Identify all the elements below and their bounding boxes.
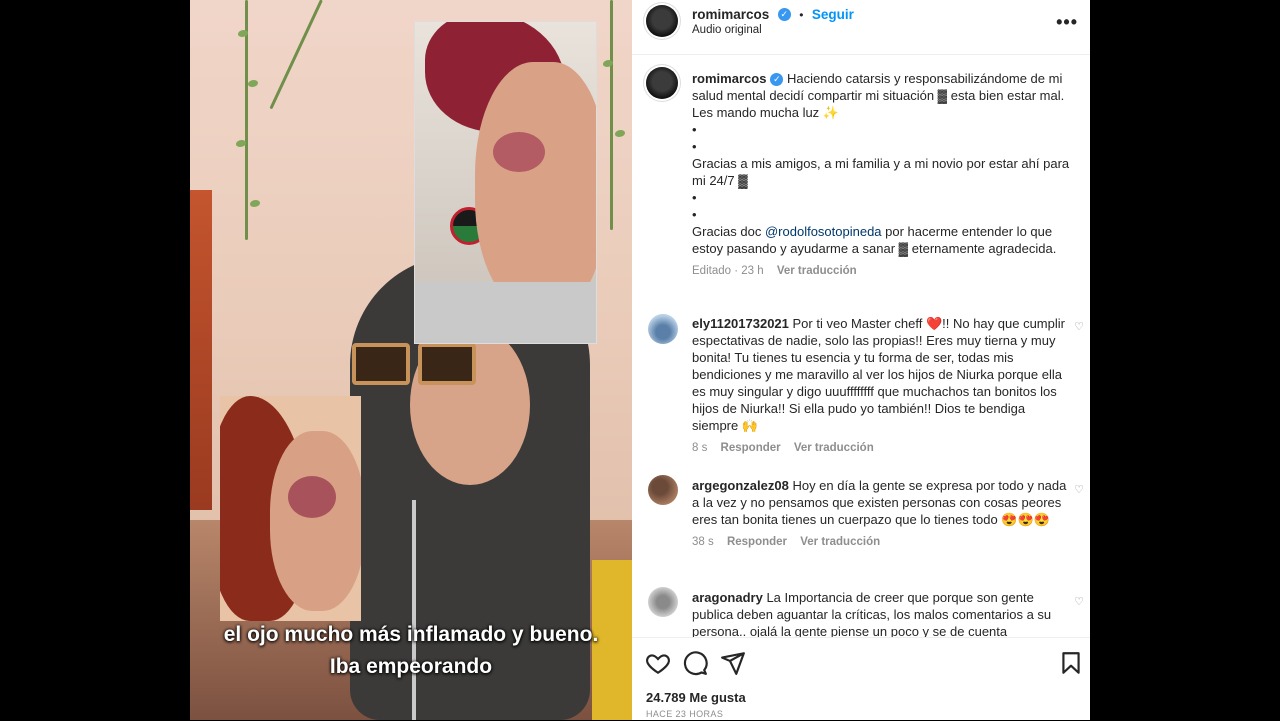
likes-count[interactable]: 24.789 Me gusta bbox=[646, 690, 746, 705]
overlay-photo-top bbox=[415, 22, 596, 343]
vine-decoration bbox=[610, 0, 613, 230]
comment-username[interactable]: aragonadry bbox=[692, 590, 763, 605]
caption-bullet: • bbox=[692, 207, 697, 222]
comment: argegonzalez08 Hoy en día la gente se ex… bbox=[692, 477, 1070, 551]
comments-scroll-area[interactable]: romimarcos ✓ Haciendo catarsis y responsa… bbox=[632, 55, 1090, 637]
see-translation-link[interactable]: Ver traducción bbox=[777, 265, 857, 277]
like-comment-heart-icon[interactable]: ♡ bbox=[1074, 320, 1084, 333]
zipper bbox=[412, 500, 416, 720]
commenter-avatar[interactable] bbox=[648, 475, 678, 505]
caption-meta: Editado · 23 h Ver traducción bbox=[692, 263, 1070, 280]
comment-meta: 8 s Responder Ver traducción bbox=[692, 440, 1070, 457]
post-panel: romimarcos ✓ • Seguir Audio original •••… bbox=[632, 0, 1090, 720]
like-comment-heart-icon[interactable]: ♡ bbox=[1074, 483, 1084, 496]
comment-meta: 38 s Responder Ver traducción bbox=[692, 534, 1070, 551]
bookmark-icon[interactable] bbox=[1058, 650, 1084, 676]
swollen-eye bbox=[288, 476, 336, 518]
like-comment-heart-icon[interactable]: ♡ bbox=[1074, 595, 1084, 608]
caption-avatar[interactable] bbox=[646, 67, 678, 99]
comment: aragonadry La Importancia de creer que p… bbox=[692, 589, 1070, 637]
audio-subtitle[interactable]: Audio original bbox=[692, 24, 762, 36]
caption-bullet: • bbox=[692, 139, 697, 154]
see-translation-link[interactable]: Ver traducción bbox=[794, 442, 874, 454]
caption-bullet: • bbox=[692, 190, 697, 205]
comment-username[interactable]: argegonzalez08 bbox=[692, 478, 789, 493]
comment: ely11201732021 Por ti veo Master cheff ❤… bbox=[692, 315, 1070, 457]
header-username[interactable]: romimarcos bbox=[692, 7, 769, 22]
video-caption-line-1: el ojo mucho más inflamado y bueno. bbox=[223, 623, 599, 646]
commenter-avatar[interactable] bbox=[648, 314, 678, 344]
sunglasses bbox=[352, 343, 480, 387]
reply-button[interactable]: Responder bbox=[721, 442, 781, 454]
separator-dot: • bbox=[799, 8, 804, 22]
comment-icon[interactable] bbox=[682, 650, 708, 676]
post-timestamp: HACE 23 HORAS bbox=[646, 709, 724, 719]
caption-text-3a: Gracias doc bbox=[692, 224, 765, 239]
avatar[interactable] bbox=[646, 5, 678, 37]
comment-time: 8 s bbox=[692, 442, 708, 454]
heart-icon[interactable] bbox=[645, 650, 671, 676]
follow-button[interactable]: Seguir bbox=[812, 7, 854, 22]
comment-username[interactable]: ely11201732021 bbox=[692, 316, 789, 331]
post-media[interactable]: el ojo mucho más inflamado y bueno. Iba … bbox=[190, 0, 632, 720]
comment-text: Por ti veo Master cheff ❤️!! No hay que … bbox=[692, 316, 1065, 433]
comment-time: 38 s bbox=[692, 536, 714, 548]
post-caption: romimarcos ✓ Haciendo catarsis y responsa… bbox=[692, 70, 1070, 280]
verified-icon: ✓ bbox=[770, 73, 784, 87]
edited-label: Editado · 23 h bbox=[692, 265, 764, 277]
curtain bbox=[190, 190, 212, 510]
see-translation-link[interactable]: Ver traducción bbox=[800, 536, 880, 548]
caption-bullet: • bbox=[692, 122, 697, 137]
post-header: romimarcos ✓ • Seguir Audio original ••• bbox=[632, 0, 1090, 55]
caption-text-2: Gracias a mis amigos, a mi familia y a m… bbox=[692, 156, 1070, 188]
share-icon[interactable] bbox=[720, 650, 746, 676]
commenter-avatar[interactable] bbox=[648, 587, 678, 617]
reply-button[interactable]: Responder bbox=[727, 536, 787, 548]
video-caption-line-2: Iba empeorando bbox=[329, 655, 493, 678]
overlay-photo-bottom bbox=[220, 396, 361, 621]
caption-username[interactable]: romimarcos bbox=[692, 71, 766, 86]
more-options-icon[interactable]: ••• bbox=[1056, 12, 1078, 33]
mention-link[interactable]: @rodolfosotopineda bbox=[765, 224, 882, 239]
post-actions: 24.789 Me gusta HACE 23 HORAS bbox=[632, 637, 1090, 721]
verified-icon: ✓ bbox=[777, 8, 791, 22]
swollen-eye bbox=[493, 132, 545, 172]
